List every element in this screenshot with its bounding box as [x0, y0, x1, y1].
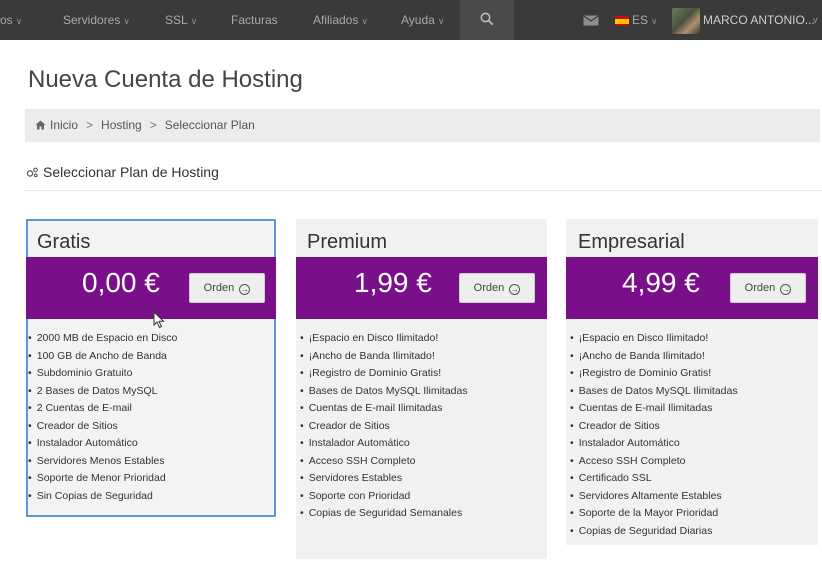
chevron-down-icon: ∨ — [190, 16, 198, 26]
plan-name: Gratis — [37, 231, 91, 253]
breadcrumb-current: Seleccionar Plan — [164, 118, 255, 132]
nav-item-afiliados[interactable]: Afiliados ∨ — [313, 0, 368, 40]
nav-item-label: Servidores — [63, 13, 121, 27]
plan-price: 0,00 € — [82, 267, 160, 298]
list-item: Certificado SSL — [570, 470, 738, 488]
arrow-circle-right-icon: → — [780, 284, 792, 295]
list-item: Copias de Seguridad Diarias — [570, 523, 738, 541]
list-item: 2 Bases de Datos MySQL — [28, 383, 177, 401]
list-item: Bases de Datos MySQL Ilimitadas — [570, 383, 738, 401]
list-item: Copias de Seguridad Semanales — [300, 505, 468, 523]
order-button-gratis[interactable]: Orden → — [189, 273, 265, 303]
price-bar-premium: 1,99 € Orden → — [296, 257, 547, 319]
nav-item-label: os — [0, 13, 13, 27]
avatar[interactable] — [672, 8, 700, 34]
list-item: 100 GB de Ancho de Banda — [28, 348, 177, 366]
list-item: Acceso SSH Completo — [570, 453, 738, 471]
plan-name: Empresarial — [578, 231, 685, 253]
order-button-label: Orden — [744, 282, 776, 294]
user-menu-name[interactable]: MARCO ANTONIO... — [703, 0, 815, 40]
breadcrumb-link-hosting[interactable]: Hosting — [101, 118, 142, 132]
list-item: Servidores Estables — [300, 470, 468, 488]
spain-flag-icon[interactable] — [615, 16, 629, 26]
section-title-text: Seleccionar Plan de Hosting — [43, 164, 219, 180]
nav-item-ssl[interactable]: SSL ∨ — [165, 0, 197, 40]
feature-list-gratis: 2000 MB de Espacio en Disco 100 GB de An… — [28, 330, 178, 506]
chevron-down-icon: ∨ — [437, 16, 445, 26]
list-item: Creador de Sitios — [28, 418, 177, 436]
list-item: ¡Registro de Dominio Gratis! — [300, 365, 468, 383]
list-item: Cuentas de E-mail Ilimitadas — [570, 400, 738, 418]
chevron-down-icon: ∨ — [15, 16, 23, 26]
list-item: Cuentas de E-mail Ilimitadas — [300, 400, 468, 418]
page-title: Nueva Cuenta de Hosting — [28, 66, 303, 93]
list-item: Creador de Sitios — [300, 418, 468, 436]
list-item: Soporte con Prioridad — [300, 488, 468, 506]
price-bar-empresarial: 4,99 € Orden → — [566, 257, 818, 319]
envelope-icon[interactable] — [583, 15, 599, 26]
order-button-label: Orden — [203, 282, 235, 294]
breadcrumb-separator: > — [149, 118, 157, 132]
section-title: Seleccionar Plan de Hosting — [26, 164, 219, 180]
list-item: ¡Ancho de Banda Ilimitado! — [570, 348, 738, 366]
breadcrumb: Inicio > Hosting > Seleccionar Plan — [25, 109, 820, 142]
nav-item-label: Facturas — [231, 13, 278, 27]
list-item: Instalador Automático — [570, 435, 738, 453]
list-item: ¡Registro de Dominio Gratis! — [570, 365, 738, 383]
search-icon — [480, 12, 494, 26]
list-item: 2000 MB de Espacio en Disco — [28, 330, 178, 348]
order-button-label: Orden — [473, 282, 505, 294]
chevron-down-icon: ∨ — [361, 16, 368, 26]
list-item: Subdominio Gratuito — [28, 365, 177, 383]
top-navbar: os ∨ Servidores ∨ SSL ∨ Facturas Afiliados ∨… — [0, 0, 822, 40]
plan-price: 4,99 € — [622, 267, 700, 298]
chevron-down-icon: ∨ — [123, 16, 130, 26]
list-item: ¡Espacio en Disco Ilimitado! — [570, 330, 738, 348]
nav-item-label: Afiliados — [313, 13, 359, 27]
order-button-empresarial[interactable]: Orden → — [730, 273, 806, 303]
list-item: Sin Copias de Seguridad — [28, 488, 177, 506]
language-selector[interactable]: ES ∨ — [632, 0, 658, 40]
nav-item-ayuda[interactable]: Ayuda ∨ — [401, 0, 444, 40]
cogs-icon — [26, 167, 38, 178]
list-item: Soporte de Menor Prioridad — [28, 470, 177, 488]
nav-item-servidores[interactable]: Servidores ∨ — [63, 0, 130, 40]
nav-item-label: Ayuda — [401, 13, 435, 27]
mouse-pointer-icon — [153, 311, 165, 329]
list-item: Servidores Altamente Estables — [570, 488, 738, 506]
divider — [25, 190, 822, 191]
list-item: ¡Espacio en Disco Ilimitado! — [300, 330, 468, 348]
search-button[interactable] — [460, 0, 514, 40]
list-item: Servidores Menos Estables — [28, 453, 177, 471]
nav-item-label: SSL — [165, 13, 188, 27]
breadcrumb-link-inicio[interactable]: Inicio — [50, 118, 78, 132]
language-label: ES — [632, 13, 649, 27]
arrow-circle-right-icon: → — [509, 284, 521, 295]
nav-item-facturas[interactable]: Facturas — [231, 0, 278, 40]
breadcrumb-separator: > — [86, 118, 94, 132]
list-item: Creador de Sitios — [570, 418, 738, 436]
feature-list-premium: ¡Espacio en Disco Ilimitado! ¡Ancho de B… — [300, 330, 468, 523]
list-item: Bases de Datos MySQL Ilimitadas — [300, 383, 468, 401]
home-icon — [35, 120, 46, 130]
list-item: Instalador Automático — [300, 435, 468, 453]
feature-list-empresarial: ¡Espacio en Disco Ilimitado! ¡Ancho de B… — [570, 330, 738, 540]
plan-name: Premium — [307, 231, 388, 253]
chevron-down-icon[interactable]: ∨ — [812, 0, 819, 40]
list-item: Acceso SSH Completo — [300, 453, 468, 471]
list-item: ¡Ancho de Banda Ilimitado! — [300, 348, 468, 366]
price-bar-gratis: 0,00 € Orden → — [26, 257, 276, 319]
chevron-down-icon: ∨ — [651, 16, 658, 26]
arrow-circle-right-icon: → — [239, 284, 251, 295]
list-item: 2 Cuentas de E-mail — [28, 400, 177, 418]
list-item: Soporte de la Mayor Prioridad — [570, 505, 738, 523]
plan-price: 1,99 € — [354, 267, 432, 298]
order-button-premium[interactable]: Orden → — [459, 273, 535, 303]
nav-item-dominios[interactable]: os ∨ — [0, 0, 22, 40]
list-item: Instalador Automático — [28, 435, 177, 453]
